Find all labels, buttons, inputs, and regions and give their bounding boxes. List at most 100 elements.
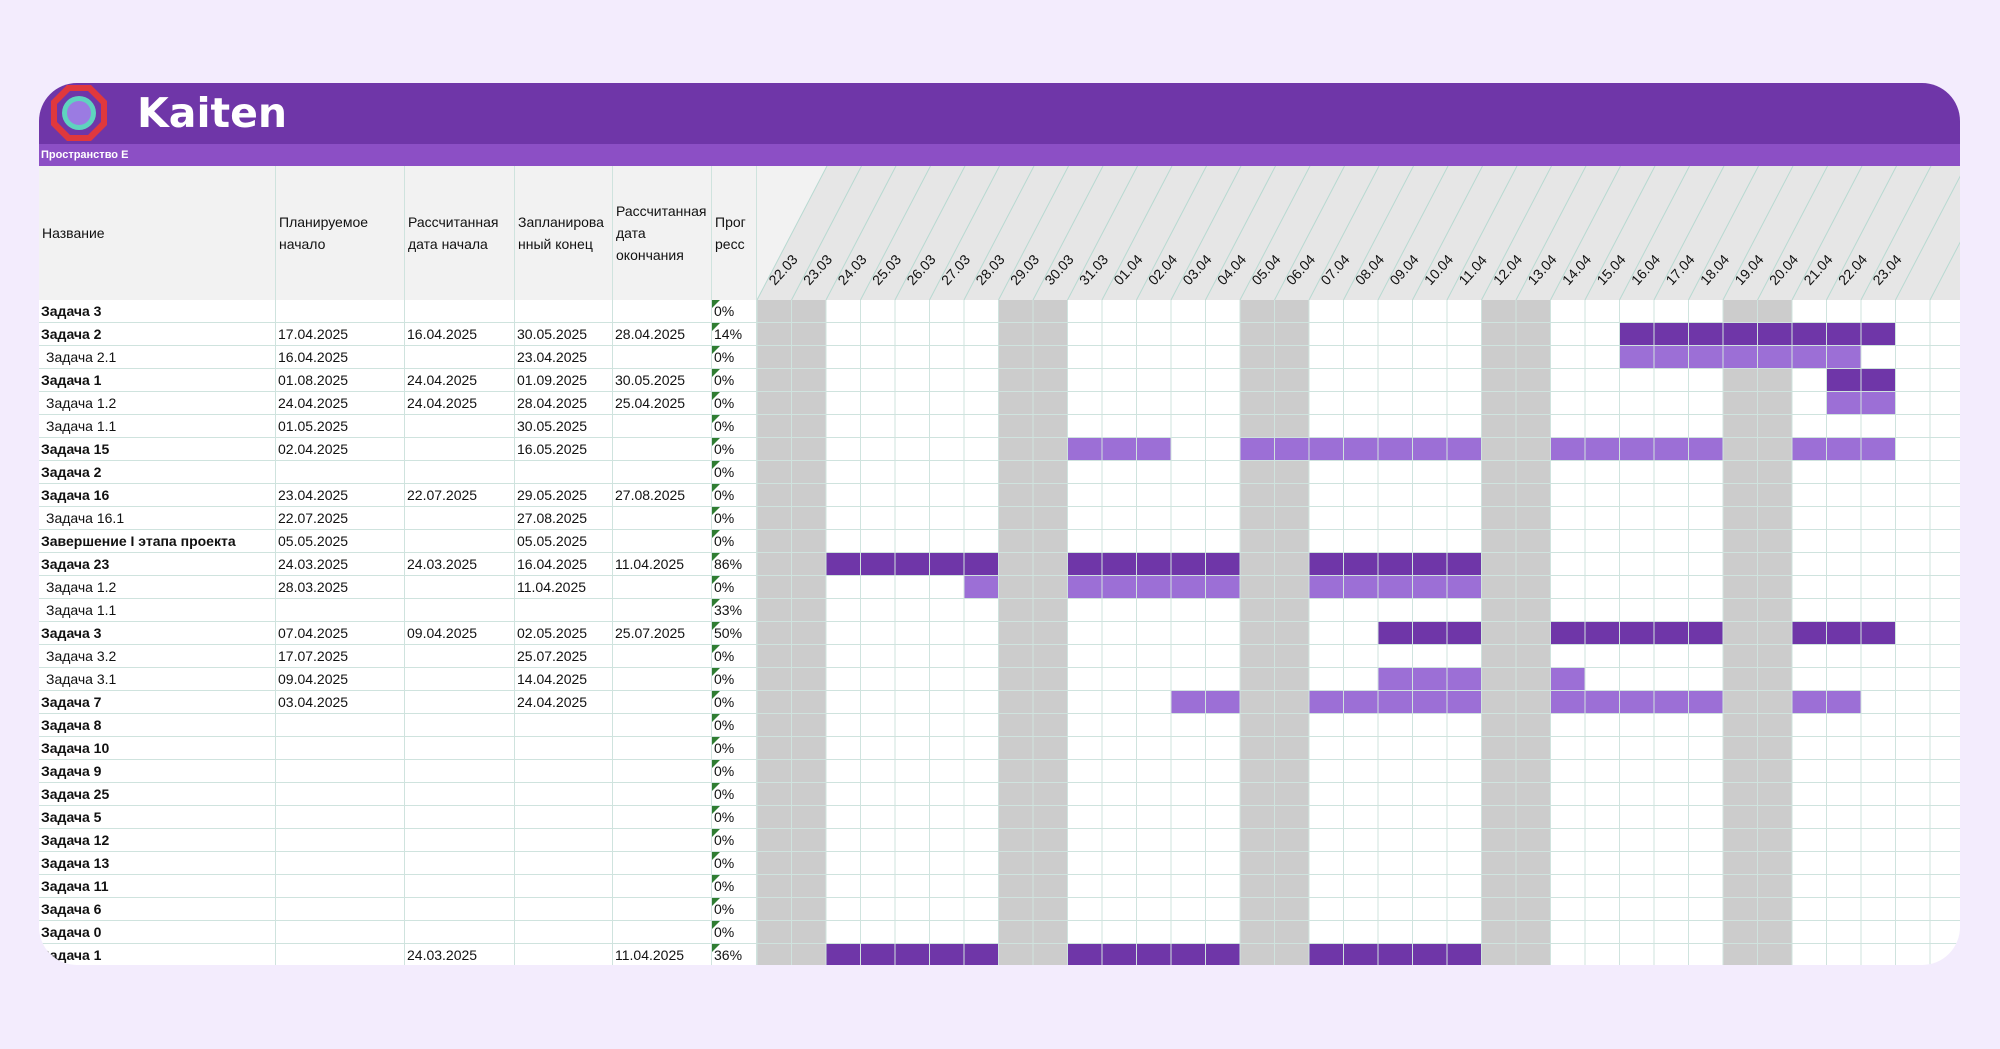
cell-progress[interactable]: 0%: [712, 461, 757, 483]
cell-calc-end[interactable]: [613, 760, 712, 782]
cell-calc-start[interactable]: [405, 415, 515, 437]
gantt-bar-cell[interactable]: [1550, 691, 1586, 713]
cell-planned-end[interactable]: 28.04.2025: [515, 392, 613, 414]
cell-name[interactable]: Задача 25: [39, 783, 276, 805]
gantt-bar-cell[interactable]: [1861, 392, 1896, 414]
table-row[interactable]: Задача 2.1 16.04.2025 23.04.2025 0%: [39, 346, 757, 369]
table-row[interactable]: Задача 1.2 24.04.2025 24.04.2025 28.04.2025…: [39, 392, 757, 415]
gantt-bar-cell[interactable]: [1136, 553, 1172, 575]
cell-name[interactable]: Задача 3.2: [39, 645, 276, 667]
cell-planned-end[interactable]: [515, 599, 613, 621]
gantt-bar-cell[interactable]: [1412, 576, 1448, 598]
cell-name[interactable]: Задача 1.1: [39, 599, 276, 621]
gantt-bar-cell[interactable]: [860, 553, 896, 575]
table-row[interactable]: Задача 2 0%: [39, 461, 757, 484]
cell-calc-start[interactable]: [405, 898, 515, 920]
gantt-bar-cell[interactable]: [1171, 944, 1206, 965]
gantt-bar-cell[interactable]: [1688, 622, 1724, 644]
gantt-bar-cell[interactable]: [1343, 944, 1379, 965]
cell-calc-start[interactable]: 24.04.2025: [405, 392, 515, 414]
cell-progress[interactable]: 0%: [712, 829, 757, 851]
gantt-bar-cell[interactable]: [1412, 668, 1448, 690]
col-header-progress[interactable]: Прог ресс: [712, 166, 757, 300]
cell-calc-end[interactable]: [613, 806, 712, 828]
gantt-bar-cell[interactable]: [895, 553, 930, 575]
gantt-bar-cell[interactable]: [1171, 691, 1206, 713]
gantt-bar-cell[interactable]: [1826, 369, 1862, 391]
cell-planned-end[interactable]: [515, 944, 613, 965]
cell-name[interactable]: Задача 1.1: [39, 415, 276, 437]
gantt-bar-cell[interactable]: [1619, 691, 1655, 713]
gantt-bar-cell[interactable]: [1067, 553, 1103, 575]
cell-planned-start[interactable]: 02.04.2025: [276, 438, 405, 460]
col-header-planned-end[interactable]: Запланирова нный конец: [515, 166, 613, 300]
cell-progress[interactable]: 0%: [712, 783, 757, 805]
cell-planned-start[interactable]: 09.04.2025: [276, 668, 405, 690]
gantt-bar-cell[interactable]: [1619, 346, 1655, 368]
gantt-bar-cell[interactable]: [1343, 691, 1379, 713]
gantt-bar-cell[interactable]: [1792, 622, 1827, 644]
gantt-bar-cell[interactable]: [1826, 323, 1862, 345]
gantt-bar-cell[interactable]: [895, 944, 930, 965]
gantt-bar-cell[interactable]: [1861, 369, 1896, 391]
cell-progress[interactable]: 0%: [712, 668, 757, 690]
table-row[interactable]: Задача 3.1 09.04.2025 14.04.2025 0%: [39, 668, 757, 691]
cell-name[interactable]: Задача 13: [39, 852, 276, 874]
cell-planned-end[interactable]: [515, 829, 613, 851]
cell-progress[interactable]: 0%: [712, 760, 757, 782]
cell-progress[interactable]: 0%: [712, 507, 757, 529]
gantt-bar-cell[interactable]: [1585, 622, 1620, 644]
cell-planned-start[interactable]: [276, 599, 405, 621]
cell-planned-start[interactable]: 07.04.2025: [276, 622, 405, 644]
cell-planned-end[interactable]: 05.05.2025: [515, 530, 613, 552]
gantt-bar-cell[interactable]: [1792, 346, 1827, 368]
cell-progress[interactable]: 0%: [712, 898, 757, 920]
cell-name[interactable]: Задача 9: [39, 760, 276, 782]
cell-progress[interactable]: 0%: [712, 530, 757, 552]
cell-planned-start[interactable]: 23.04.2025: [276, 484, 405, 506]
gantt-bar-cell[interactable]: [1757, 346, 1793, 368]
cell-calc-start[interactable]: [405, 691, 515, 713]
gantt-bar-cell[interactable]: [1378, 622, 1413, 644]
cell-name[interactable]: Задача 5: [39, 806, 276, 828]
gantt-bar-cell[interactable]: [1688, 438, 1724, 460]
gantt-bar-cell[interactable]: [964, 576, 999, 598]
table-row[interactable]: Завершение I этапа проекта 05.05.2025 05.0…: [39, 530, 757, 553]
cell-calc-start[interactable]: [405, 760, 515, 782]
gantt-bar-cell[interactable]: [1654, 691, 1689, 713]
gantt-bar-cell[interactable]: [1447, 944, 1482, 965]
gantt-bar-cell[interactable]: [1412, 553, 1448, 575]
cell-calc-end[interactable]: [613, 530, 712, 552]
gantt-bar-cell[interactable]: [1412, 691, 1448, 713]
cell-planned-end[interactable]: [515, 852, 613, 874]
cell-calc-end[interactable]: [613, 783, 712, 805]
gantt-bar-cell[interactable]: [1309, 438, 1344, 460]
gantt-bar-cell[interactable]: [1205, 944, 1241, 965]
gantt-bar-cell[interactable]: [1619, 323, 1655, 345]
cell-calc-end[interactable]: 25.07.2025: [613, 622, 712, 644]
table-row[interactable]: Задача 2 17.04.2025 16.04.2025 30.05.2025 28…: [39, 323, 757, 346]
cell-name[interactable]: Задача 16.1: [39, 507, 276, 529]
cell-calc-end[interactable]: [613, 898, 712, 920]
cell-progress[interactable]: 0%: [712, 921, 757, 943]
cell-planned-start[interactable]: [276, 461, 405, 483]
table-row[interactable]: Задача 0 0%: [39, 921, 757, 944]
cell-name[interactable]: Задача 1: [39, 944, 276, 965]
cell-planned-end[interactable]: [515, 737, 613, 759]
cell-calc-start[interactable]: [405, 714, 515, 736]
cell-progress[interactable]: 0%: [712, 691, 757, 713]
cell-progress[interactable]: 0%: [712, 806, 757, 828]
cell-calc-start[interactable]: [405, 438, 515, 460]
cell-calc-end[interactable]: 28.04.2025: [613, 323, 712, 345]
cell-planned-end[interactable]: [515, 461, 613, 483]
gantt-bar-cell[interactable]: [1550, 622, 1586, 644]
cell-calc-end[interactable]: [613, 921, 712, 943]
cell-planned-end[interactable]: 02.05.2025: [515, 622, 613, 644]
gantt-bar-cell[interactable]: [1412, 438, 1448, 460]
col-header-calc-end[interactable]: Рассчитанная дата окончания: [613, 166, 712, 300]
gantt-bar-cell[interactable]: [1792, 438, 1827, 460]
gantt-bar-cell[interactable]: [1447, 691, 1482, 713]
cell-calc-start[interactable]: [405, 576, 515, 598]
cell-name[interactable]: Задача 3: [39, 300, 276, 322]
gantt-bar-cell[interactable]: [1826, 392, 1862, 414]
